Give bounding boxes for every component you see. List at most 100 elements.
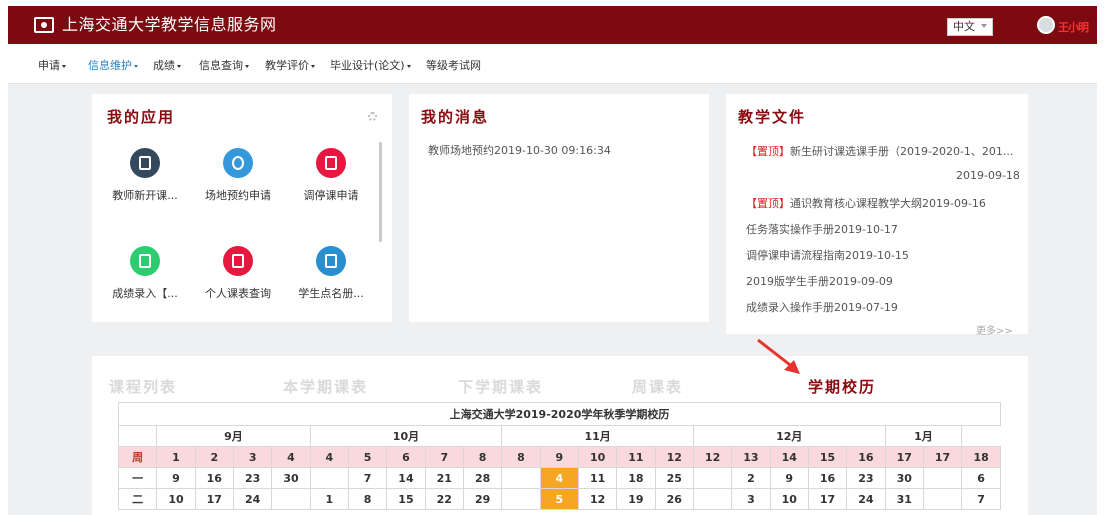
calendar-week-label: 周 [117, 446, 158, 468]
calendar-weekday-label: 二 [117, 488, 158, 510]
language-select[interactable]: 中文 [947, 18, 993, 36]
calendar-week-number: 6 [386, 446, 426, 468]
calendar-week-number: 15 [807, 446, 848, 468]
app-personal-timetable[interactable]: 个人课表查询 [198, 246, 278, 301]
calendar-date-cell: 16 [807, 467, 848, 489]
calendar-weekday-label: 一 [117, 467, 158, 489]
nav-item-grades[interactable]: 成绩 [153, 57, 181, 73]
calendar-date-cell: 24 [232, 488, 273, 510]
page-frame: 上海交通大学教学信息服务网 中文 王小明 申请 信息维护 成绩 信息查询 教学评… [8, 6, 1097, 515]
document-item[interactable]: 任务落实操作手册2019-10-17 [746, 221, 898, 237]
nav-item-apply[interactable]: 申请 [38, 57, 66, 73]
search-document-icon [223, 246, 253, 276]
calendar-week-number: 13 [731, 446, 771, 468]
calendar-week-number: 16 [846, 446, 886, 468]
app-class-reschedule[interactable]: 调停课申请 [291, 148, 371, 203]
calendar-date-cell: 2 [731, 467, 771, 489]
nav-item-info-maintenance[interactable]: 信息维护 [88, 57, 138, 73]
pinned-tag: 【置顶】 [746, 145, 790, 158]
app-label: 调停课申请 [303, 189, 359, 202]
app-teacher-new-course[interactable]: 教师新开课... [105, 148, 185, 203]
document-item[interactable]: 【置顶】通识教育核心课程教学大纲2019-09-16 [746, 195, 986, 211]
site-title[interactable]: 上海交通大学教学信息服务网 [62, 14, 277, 36]
tab-course-list[interactable]: 课程列表 [109, 376, 177, 397]
calendar-caption: 上海交通大学2019-2020学年秋季学期校历 [118, 402, 1001, 426]
calendar-date-cell: 17 [807, 488, 848, 510]
dropdown-caret-icon [245, 64, 249, 68]
calendar-date-cell: 30 [884, 467, 924, 489]
calendar-date-cell: 31 [884, 488, 924, 510]
documents-panel: 教学文件 【置顶】新生研讨课选课手册（2019-2020-1、201... 20… [726, 94, 1028, 337]
calendar-month-header: 12月 [692, 425, 886, 447]
apps-scrollbar[interactable] [379, 142, 382, 242]
calendar-date-cell: 15 [386, 488, 426, 510]
calendar-week-number: 18 [961, 446, 1001, 468]
document-item[interactable]: 2019版学生手册2019-09-09 [746, 273, 893, 289]
more-link[interactable]: 更多>> [976, 322, 1013, 337]
calendar-week-number: 2 [194, 446, 234, 468]
calendar-date-cell: 3 [731, 488, 771, 510]
calendar-date-cell: 16 [194, 467, 234, 489]
calendar-date-cell [501, 467, 541, 489]
gear-icon[interactable] [368, 112, 377, 121]
pinned-tag: 【置顶】 [746, 197, 790, 210]
nav-item-graduation-design[interactable]: 毕业设计(论文) [330, 57, 411, 73]
document-item[interactable]: 成绩录入操作手册2019-07-19 [746, 299, 898, 315]
calendar-date-cell: 14 [386, 467, 426, 489]
calendar-date-cell: 30 [271, 467, 311, 489]
calendar-week-number: 4 [309, 446, 349, 468]
tab-this-semester[interactable]: 本学期课表 [283, 376, 368, 397]
dropdown-caret-icon [134, 64, 138, 68]
calendar-week-number: 11 [616, 446, 656, 468]
calendar-week-number: 8 [462, 446, 503, 468]
calendar-date-cell: 11 [577, 467, 618, 489]
document-item[interactable]: 调停课申请流程指南2019-10-15 [746, 247, 909, 263]
nav-item-level-exam[interactable]: 等级考试网 [426, 57, 481, 73]
roster-icon [316, 246, 346, 276]
calendar-week-number: 14 [769, 446, 809, 468]
calendar-date-cell [271, 488, 311, 510]
calendar-date-cell [922, 467, 963, 489]
nav-item-teaching-evaluation[interactable]: 教学评价 [265, 57, 315, 73]
dropdown-caret-icon [62, 64, 66, 68]
user-name[interactable]: 王小明 [1058, 19, 1089, 35]
messages-panel-title: 我的消息 [421, 108, 490, 126]
calendar-week-number: 1 [156, 446, 196, 468]
calendar-date-cell: 25 [654, 467, 694, 489]
app-label: 教师新开课... [112, 189, 178, 202]
calendar-week-number: 8 [501, 446, 541, 468]
document-icon [130, 148, 160, 178]
user-avatar[interactable] [1037, 16, 1055, 34]
document-item[interactable]: 【置顶】新生研讨课选课手册（2019-2020-1、201... [746, 143, 1013, 159]
calendar-date-cell: 7 [347, 467, 388, 489]
tab-academic-calendar[interactable]: 学期校历 [808, 376, 876, 397]
document-date: 2019-09-18 [956, 169, 1020, 182]
calendar-date-cell: 5 [539, 488, 579, 510]
main-nav: 申请 信息维护 成绩 信息查询 教学评价 毕业设计(论文) 等级考试网 [8, 44, 1097, 84]
cup-icon [130, 246, 160, 276]
calendar-date-cell: 29 [462, 488, 503, 510]
app-grade-entry[interactable]: 成绩录入【... [105, 246, 185, 301]
calendar-date-cell: 18 [616, 467, 656, 489]
calendar-date-cell: 7 [961, 488, 1001, 510]
calendar-date-cell: 9 [156, 467, 196, 489]
calendar-week-number: 12 [654, 446, 694, 468]
app-student-roster[interactable]: 学生点名册... [291, 246, 371, 301]
chevron-down-icon [981, 24, 987, 28]
pointer-arrow-icon [757, 338, 800, 374]
calendar-date-cell [692, 488, 733, 510]
calendar-date-cell: 10 [156, 488, 196, 510]
calendar-date-cell: 8 [347, 488, 388, 510]
message-item[interactable]: 教师场地预约2019-10-30 09:16:34 [428, 142, 611, 158]
app-venue-booking[interactable]: 场地预约申请 [198, 148, 278, 203]
calendar-date-cell: 6 [961, 467, 1001, 489]
nav-item-info-query[interactable]: 信息查询 [199, 57, 249, 73]
tab-weekly-schedule[interactable]: 周课表 [632, 376, 683, 397]
calendar-date-cell: 23 [846, 467, 886, 489]
messages-panel: 我的消息 教师场地预约2019-10-30 09:16:34 [409, 94, 709, 322]
calendar-week-number: 5 [347, 446, 388, 468]
tab-next-semester[interactable]: 下学期课表 [458, 376, 543, 397]
dropdown-caret-icon [177, 64, 181, 68]
calendar-month-header: 1月 [884, 425, 963, 447]
screen-logo-icon [34, 17, 54, 33]
